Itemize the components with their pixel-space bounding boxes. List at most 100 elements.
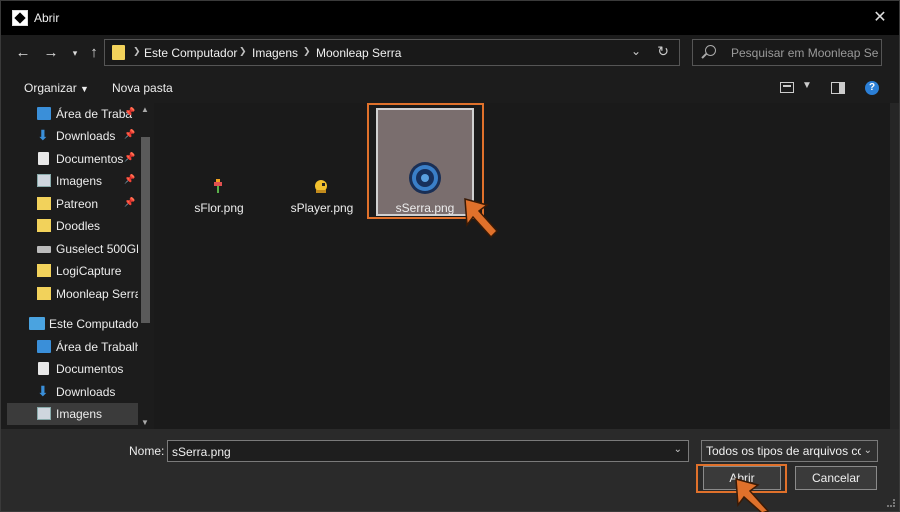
preview-pane-icon[interactable] <box>831 82 845 94</box>
download-icon: ⬇ <box>37 127 49 143</box>
folder-icon <box>37 287 51 300</box>
scrollbar-thumb[interactable] <box>141 137 150 323</box>
pin-icon: 📌 <box>124 152 136 162</box>
sidebar-item-downloads[interactable]: ⬇ Downloads 📌 <box>1 125 141 147</box>
sidebar-item-label: Documentos <box>56 362 124 376</box>
sidebar-item-label: Downloads <box>56 385 116 399</box>
breadcrumb-separator-icon: ❯ <box>133 46 141 56</box>
title-bar: Abrir ✕ <box>1 1 899 35</box>
sidebar-item-moonleap-serra[interactable]: Moonleap Serra <box>1 283 141 305</box>
sidebar-item-patreon[interactable]: Patreon 📌 <box>1 193 141 215</box>
sidebar-item-label: Área de Trabalho <box>56 340 149 354</box>
pin-icon: 📌 <box>124 129 136 139</box>
pin-icon: 📌 <box>124 197 136 207</box>
app-icon <box>12 10 28 26</box>
organize-label: Organizar <box>24 81 77 95</box>
sidebar-item-documentos[interactable]: Documentos 📌 <box>1 148 141 170</box>
search-box[interactable] <box>692 39 882 66</box>
help-icon[interactable]: ? <box>865 81 879 95</box>
close-button[interactable]: ✕ <box>869 7 891 29</box>
sidebar-item-label: Patreon <box>56 197 99 211</box>
download-icon: ⬇ <box>37 383 49 399</box>
sidebar-item-este-computador[interactable]: Este Computador <box>1 313 143 335</box>
filename-input[interactable] <box>172 443 662 460</box>
file-item-splayer[interactable]: sPlayer.png <box>272 103 372 215</box>
drive-icon <box>37 246 51 253</box>
sidebar-item-label: Downloads <box>56 129 116 143</box>
file-name: sPlayer.png <box>290 201 354 215</box>
sidebar-item-label: LogiCapture <box>56 264 122 278</box>
open-file-dialog: Abrir ✕ ← → ▾ ↑ ❯ Este Computador ❯ Imag… <box>0 0 900 512</box>
organize-button[interactable]: Organizar ▼ <box>24 81 89 95</box>
new-folder-button[interactable]: Nova pasta <box>112 81 173 95</box>
chevron-down-icon: ⌄ <box>863 445 872 456</box>
back-arrow-icon[interactable]: ← <box>13 43 33 63</box>
right-edge-strip <box>890 103 899 429</box>
window-title: Abrir <box>34 11 60 25</box>
pointer-arrow-annotation-icon <box>735 477 770 512</box>
navigation-bar: ← → ▾ ↑ ❯ Este Computador ❯ Imagens ❯ Mo… <box>1 35 899 73</box>
sidebar-item-area-de-trabalho-pc[interactable]: Área de Trabalho <box>1 336 148 358</box>
computer-icon <box>29 317 45 330</box>
view-mode-chevron-icon[interactable]: ▼ <box>802 80 812 91</box>
folder-icon <box>37 219 51 232</box>
chevron-down-icon: ▼ <box>80 84 89 94</box>
filename-label: Nome: <box>129 444 165 458</box>
resize-grip-icon[interactable] <box>887 499 895 507</box>
folder-icon <box>37 197 51 210</box>
sidebar-item-downloads-pc[interactable]: ⬇ Downloads <box>1 381 141 403</box>
document-icon <box>38 362 49 375</box>
sidebar-item-label: Área de Traba <box>56 107 133 121</box>
pointer-arrow-annotation-icon <box>464 197 499 239</box>
chevron-down-icon[interactable]: ⌄ <box>674 444 682 455</box>
sidebar-item-area-de-trabalho[interactable]: Área de Traba 📌 <box>1 103 141 125</box>
pin-icon: 📌 <box>124 174 136 184</box>
breadcrumb-imagens[interactable]: Imagens <box>252 46 298 60</box>
desktop-icon <box>37 107 51 120</box>
sidebar-item-imagens-pc[interactable]: Imagens <box>7 403 138 425</box>
cancel-button[interactable]: Cancelar <box>795 466 877 490</box>
flower-sprite-icon <box>214 179 222 193</box>
pictures-icon <box>37 407 51 420</box>
sidebar-item-imagens[interactable]: Imagens 📌 <box>1 170 141 192</box>
folder-icon <box>37 264 51 277</box>
search-input[interactable] <box>731 44 879 62</box>
document-icon <box>38 152 49 165</box>
scroll-down-icon[interactable]: ▼ <box>141 418 149 427</box>
search-icon <box>705 45 716 56</box>
breadcrumb-moonleap-serra[interactable]: Moonleap Serra <box>316 46 401 60</box>
file-type-value: Todos os tipos de arquivos com <box>706 444 861 458</box>
file-list: sFlor.png sPlayer.png sSerra.png <box>154 103 890 429</box>
scroll-up-icon[interactable]: ▲ <box>141 105 149 114</box>
file-item-sflor[interactable]: sFlor.png <box>169 103 269 215</box>
breadcrumb-este-computador[interactable]: Este Computador <box>144 46 237 60</box>
command-toolbar: Organizar ▼ Nova pasta ▼ ? <box>1 73 899 103</box>
sidebar-item-label: Doodles <box>56 219 101 233</box>
up-arrow-icon[interactable]: ↑ <box>84 43 104 63</box>
sidebar-item-logicapture[interactable]: LogiCapture <box>1 260 141 282</box>
sidebar-item-label: Imagens <box>56 407 103 421</box>
file-type-select[interactable]: Todos os tipos de arquivos com ⌄ <box>701 440 878 462</box>
folder-icon <box>112 45 125 60</box>
navigation-pane: Área de Traba 📌 ⬇ Downloads 📌 Documentos… <box>1 103 153 429</box>
breadcrumb-separator-icon: ❯ <box>303 46 311 56</box>
sidebar-item-guselect-drive[interactable]: Guselect 500GB ( <box>1 238 151 260</box>
sidebar-item-label: Imagens <box>56 174 103 188</box>
refresh-icon[interactable]: ↻ <box>657 43 669 60</box>
sidebar-scrollbar[interactable]: ▲ ▼ <box>138 103 153 429</box>
address-bar[interactable]: ❯ Este Computador ❯ Imagens ❯ Moonleap S… <box>104 39 680 66</box>
pin-icon: 📌 <box>124 107 136 117</box>
forward-arrow-icon[interactable]: → <box>41 43 61 63</box>
filename-combobox[interactable]: ⌄ <box>167 440 689 462</box>
sidebar-item-label: Este Computador <box>49 317 143 331</box>
view-mode-icon[interactable] <box>780 82 794 93</box>
breadcrumb-separator-icon: ❯ <box>239 46 247 56</box>
address-dropdown-chevron-icon[interactable]: ⌄ <box>631 44 641 58</box>
pictures-icon <box>37 174 51 187</box>
sidebar-item-documentos-pc[interactable]: Documentos <box>1 358 141 380</box>
sidebar-item-label: Moonleap Serra <box>56 287 142 301</box>
player-sprite-icon <box>315 180 327 193</box>
recent-locations-chevron-icon[interactable]: ▾ <box>65 43 85 63</box>
desktop-icon <box>37 340 51 353</box>
sidebar-item-doodles[interactable]: Doodles <box>1 215 141 237</box>
